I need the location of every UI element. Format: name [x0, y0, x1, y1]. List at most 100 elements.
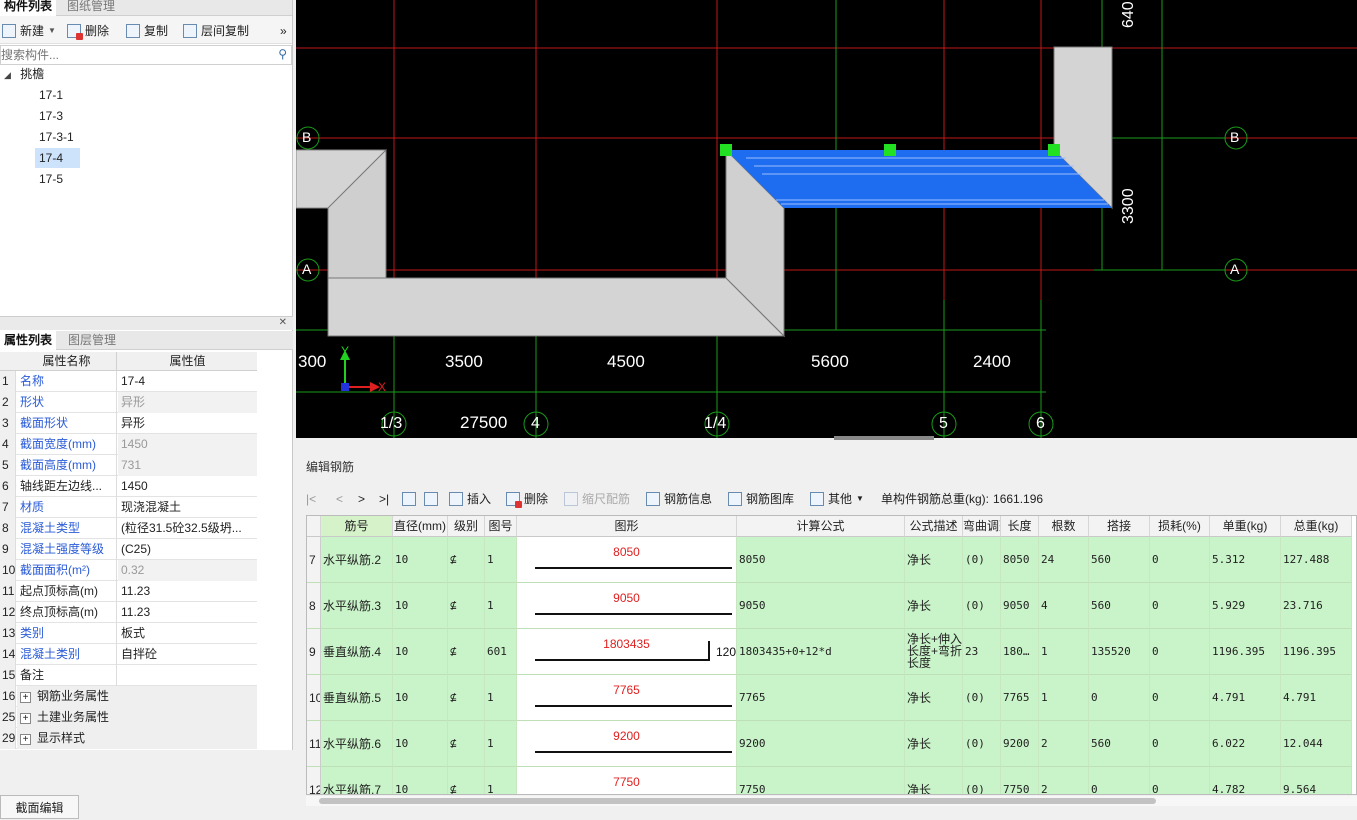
cell-loss[interactable]: 0 [1150, 675, 1210, 721]
chevron-down-icon[interactable]: ▼ [48, 22, 56, 40]
cell-grade[interactable]: ⊈ [448, 767, 485, 794]
cell-unit[interactable]: 6.022 [1210, 721, 1281, 767]
cell-total[interactable]: 1196.395 [1281, 629, 1352, 675]
cell-len[interactable]: 8050 [1001, 537, 1039, 583]
cell-unit[interactable]: 1196.395 [1210, 629, 1281, 675]
prop-value[interactable]: (粒径31.5砼32.5级坍... [118, 518, 257, 539]
new-button[interactable]: 新建 ▼ [2, 22, 56, 40]
column-header[interactable]: 根数 [1039, 516, 1089, 537]
shape-length-label[interactable]: 7765 [517, 683, 736, 697]
expand-plus-icon[interactable]: + [20, 713, 31, 724]
cell-desc[interactable]: 净长 [905, 721, 963, 767]
shape-length-label[interactable]: 1803435 [517, 637, 736, 651]
cell-fig[interactable]: 601 [485, 629, 517, 675]
column-header[interactable]: 直径(mm) [393, 516, 448, 537]
floor-copy-button[interactable]: 层间复制 [183, 22, 249, 40]
horizontal-scrollbar[interactable] [306, 796, 1357, 806]
prop-row[interactable]: 11 起点顶标高(m) 11.23 [0, 581, 257, 602]
column-header[interactable]: 弯曲调整 [963, 516, 1001, 537]
cell-loss[interactable]: 0 [1150, 537, 1210, 583]
cell-total[interactable]: 127.488 [1281, 537, 1352, 583]
cell-unit[interactable]: 5.929 [1210, 583, 1281, 629]
prop-value[interactable]: 现浇混凝土 [118, 497, 257, 518]
prop-value[interactable]: 自拌砼 [118, 644, 257, 665]
cell-grade[interactable]: ⊈ [448, 629, 485, 675]
cell-unit[interactable]: 4.791 [1210, 675, 1281, 721]
cell-count[interactable]: 2 [1039, 767, 1089, 794]
cell-loss[interactable]: 0 [1150, 721, 1210, 767]
column-header[interactable]: 图号 [485, 516, 517, 537]
rebar-lib-button[interactable]: 钢筋图库 [728, 488, 794, 510]
column-header[interactable]: 单重(kg) [1210, 516, 1281, 537]
prop-row[interactable]: 13 类别 板式 [0, 623, 257, 644]
column-header[interactable]: 计算公式 [737, 516, 905, 537]
prop-value[interactable]: 11.23 [118, 602, 257, 623]
rebar-shape[interactable]: 9050 [517, 583, 737, 629]
prop-row[interactable]: 1 名称 17-4 [0, 371, 257, 392]
expand-plus-icon[interactable]: + [20, 734, 31, 745]
nav-next-button[interactable]: > [358, 488, 365, 510]
cad-canvas[interactable]: B A B A 300 3500 4500 5600 2400 27500 1/… [295, 0, 1357, 438]
shape-length-label[interactable]: 8050 [517, 545, 736, 559]
copy-button[interactable]: 复制 [126, 22, 168, 40]
cell-bend[interactable]: (0) [963, 583, 1001, 629]
cell-desc[interactable]: 净长 [905, 537, 963, 583]
cell-name[interactable]: 水平纵筋.3 [321, 583, 393, 629]
column-header[interactable]: 图形 [517, 516, 737, 537]
cell-name[interactable]: 水平纵筋.2 [321, 537, 393, 583]
cell-lap[interactable]: 560 [1089, 583, 1150, 629]
prop-row[interactable]: 10 截面面积(m²) 0.32 [0, 560, 257, 581]
rebar-shape[interactable]: 7765 [517, 675, 737, 721]
cell-fig[interactable]: 1 [485, 721, 517, 767]
cell-dia[interactable]: 10 [393, 767, 448, 794]
cell-grade[interactable]: ⊈ [448, 721, 485, 767]
column-header[interactable]: 长度 [1001, 516, 1039, 537]
shape-length-label[interactable]: 9050 [517, 591, 736, 605]
rebar-shape[interactable]: 1803435 120 [517, 629, 737, 675]
cell-count[interactable]: 2 [1039, 721, 1089, 767]
cell-total[interactable]: 12.044 [1281, 721, 1352, 767]
rebar-row[interactable]: 7 水平纵筋.2 10 ⊈ 1 8050 8050 净长 (0) 8050 24 560 0 5.312 1… [307, 537, 1356, 583]
rebar-row[interactable]: 9 垂直纵筋.4 10 ⊈ 601 1803435 120 1803435+0+12*d 净长+… [307, 629, 1356, 675]
move-down-button[interactable] [424, 488, 438, 510]
column-header[interactable]: 总重(kg) [1281, 516, 1352, 537]
scroll-thumb[interactable] [319, 798, 1156, 804]
nav-prev-button[interactable]: < [336, 488, 343, 510]
rebar-info-button[interactable]: 钢筋信息 [646, 488, 712, 510]
prop-row[interactable]: 14 混凝土类别 自拌砼 [0, 644, 257, 665]
prop-value[interactable]: 1450 [118, 476, 257, 497]
nav-last-button[interactable]: >| [379, 488, 389, 510]
column-header[interactable]: 损耗(%) [1150, 516, 1210, 537]
search-icon[interactable]: ⚲ [278, 47, 287, 61]
cell-loss[interactable]: 0 [1150, 767, 1210, 794]
column-header[interactable]: 搭接 [1089, 516, 1150, 537]
cell-unit[interactable]: 4.782 [1210, 767, 1281, 794]
cell-lap[interactable]: 0 [1089, 675, 1150, 721]
rebar-shape[interactable]: 9200 [517, 721, 737, 767]
cell-len[interactable]: 9050 [1001, 583, 1039, 629]
tree-item-selected[interactable]: 17-4 [35, 148, 80, 168]
tree-item[interactable]: 17-5 [35, 169, 80, 189]
prop-row[interactable]: 29 + 显示样式 [0, 728, 257, 749]
tree-item[interactable]: 17-3-1 [35, 127, 80, 147]
rebar-delete-button[interactable]: 删除 [506, 488, 548, 510]
cell-desc[interactable]: 净长 [905, 767, 963, 794]
cell-dia[interactable]: 10 [393, 721, 448, 767]
cell-dia[interactable]: 10 [393, 675, 448, 721]
cell-formula[interactable]: 7750 [737, 767, 905, 794]
prop-row[interactable]: 8 混凝土类型 (粒径31.5砼32.5级坍... [0, 518, 257, 539]
other-button[interactable]: 其他 ▼ [810, 488, 864, 510]
cell-len[interactable]: 7750 [1001, 767, 1039, 794]
cell-loss[interactable]: 0 [1150, 629, 1210, 675]
cell-loss[interactable]: 0 [1150, 583, 1210, 629]
nav-first-button[interactable]: |< [306, 488, 316, 510]
tab-components[interactable]: 构件列表 [0, 0, 57, 16]
cell-total[interactable]: 23.716 [1281, 583, 1352, 629]
cell-unit[interactable]: 5.312 [1210, 537, 1281, 583]
tree-root[interactable]: ◢ 挑檐 [4, 64, 44, 84]
cell-name[interactable]: 水平纵筋.7 [321, 767, 393, 794]
cell-desc[interactable]: 净长 [905, 675, 963, 721]
tab-props[interactable]: 属性列表 [0, 331, 57, 350]
more-button[interactable]: » [280, 22, 287, 40]
cell-bend[interactable]: (0) [963, 675, 1001, 721]
